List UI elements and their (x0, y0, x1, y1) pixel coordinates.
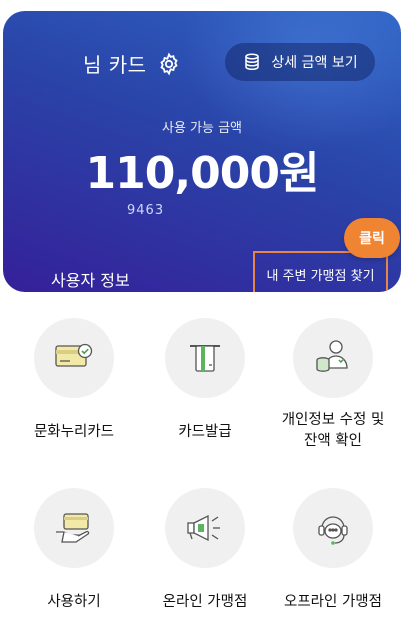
menu-label: 오프라인 가맹점 (284, 594, 382, 610)
menu-item-offline-merchant[interactable]: 오프라인 가맹점 (268, 488, 398, 613)
menu-circle (34, 318, 114, 398)
menu-item-culture-card[interactable]: 문화누리카드 (9, 318, 139, 443)
menu-label: 개인정보 수정 및 잔액 확인 (268, 410, 398, 452)
menu-item-use[interactable]: 사용하기 (9, 488, 139, 613)
menu-label: 문화누리카드 (33, 424, 115, 440)
click-badge[interactable]: 클릭 (344, 218, 400, 258)
menu-circle (293, 318, 373, 398)
card-issue-icon (190, 345, 220, 372)
card-title-row: 님 카드 (83, 49, 181, 78)
culture-card: 님 카드 상세 금액 보기 사용 가능 금액 110,000원 9463 사용자… (3, 11, 401, 292)
menu-label-line1: 개인정보 수정 및 (281, 412, 385, 428)
menu-item-online-merchant[interactable]: 온라인 가맹점 (140, 488, 270, 613)
coins-icon (242, 52, 262, 72)
menu-item-personal-info[interactable]: 개인정보 수정 및 잔액 확인 (268, 318, 398, 452)
available-amount: 110,000원 (85, 148, 320, 199)
menu-label: 카드발급 (178, 424, 232, 440)
menu-label: 온라인 가맹점 (162, 594, 248, 610)
user-info-link[interactable]: 사용자 정보 (51, 267, 130, 291)
hand-card-icon (56, 513, 90, 543)
menu-circle (165, 318, 245, 398)
menu-circle (293, 488, 373, 568)
megaphone-icon (187, 514, 220, 542)
available-amount-label: 사용 가능 금액 (161, 121, 243, 136)
card-title: 님 카드 (83, 53, 147, 77)
detail-amount-button[interactable]: 상세 금액 보기 (225, 43, 375, 81)
card-number: 9463 (127, 203, 165, 218)
menu-label-line2: 잔액 확인 (304, 433, 362, 449)
headset-icon (318, 516, 348, 545)
gear-icon[interactable] (157, 52, 181, 76)
menu-label: 사용하기 (47, 594, 101, 610)
menu-circle (34, 488, 114, 568)
menu-item-card-issue[interactable]: 카드발급 (140, 318, 270, 443)
card-check-icon (55, 343, 93, 367)
person-coins-icon (316, 340, 348, 372)
detail-amount-label: 상세 금액 보기 (271, 55, 358, 71)
menu-circle (165, 488, 245, 568)
